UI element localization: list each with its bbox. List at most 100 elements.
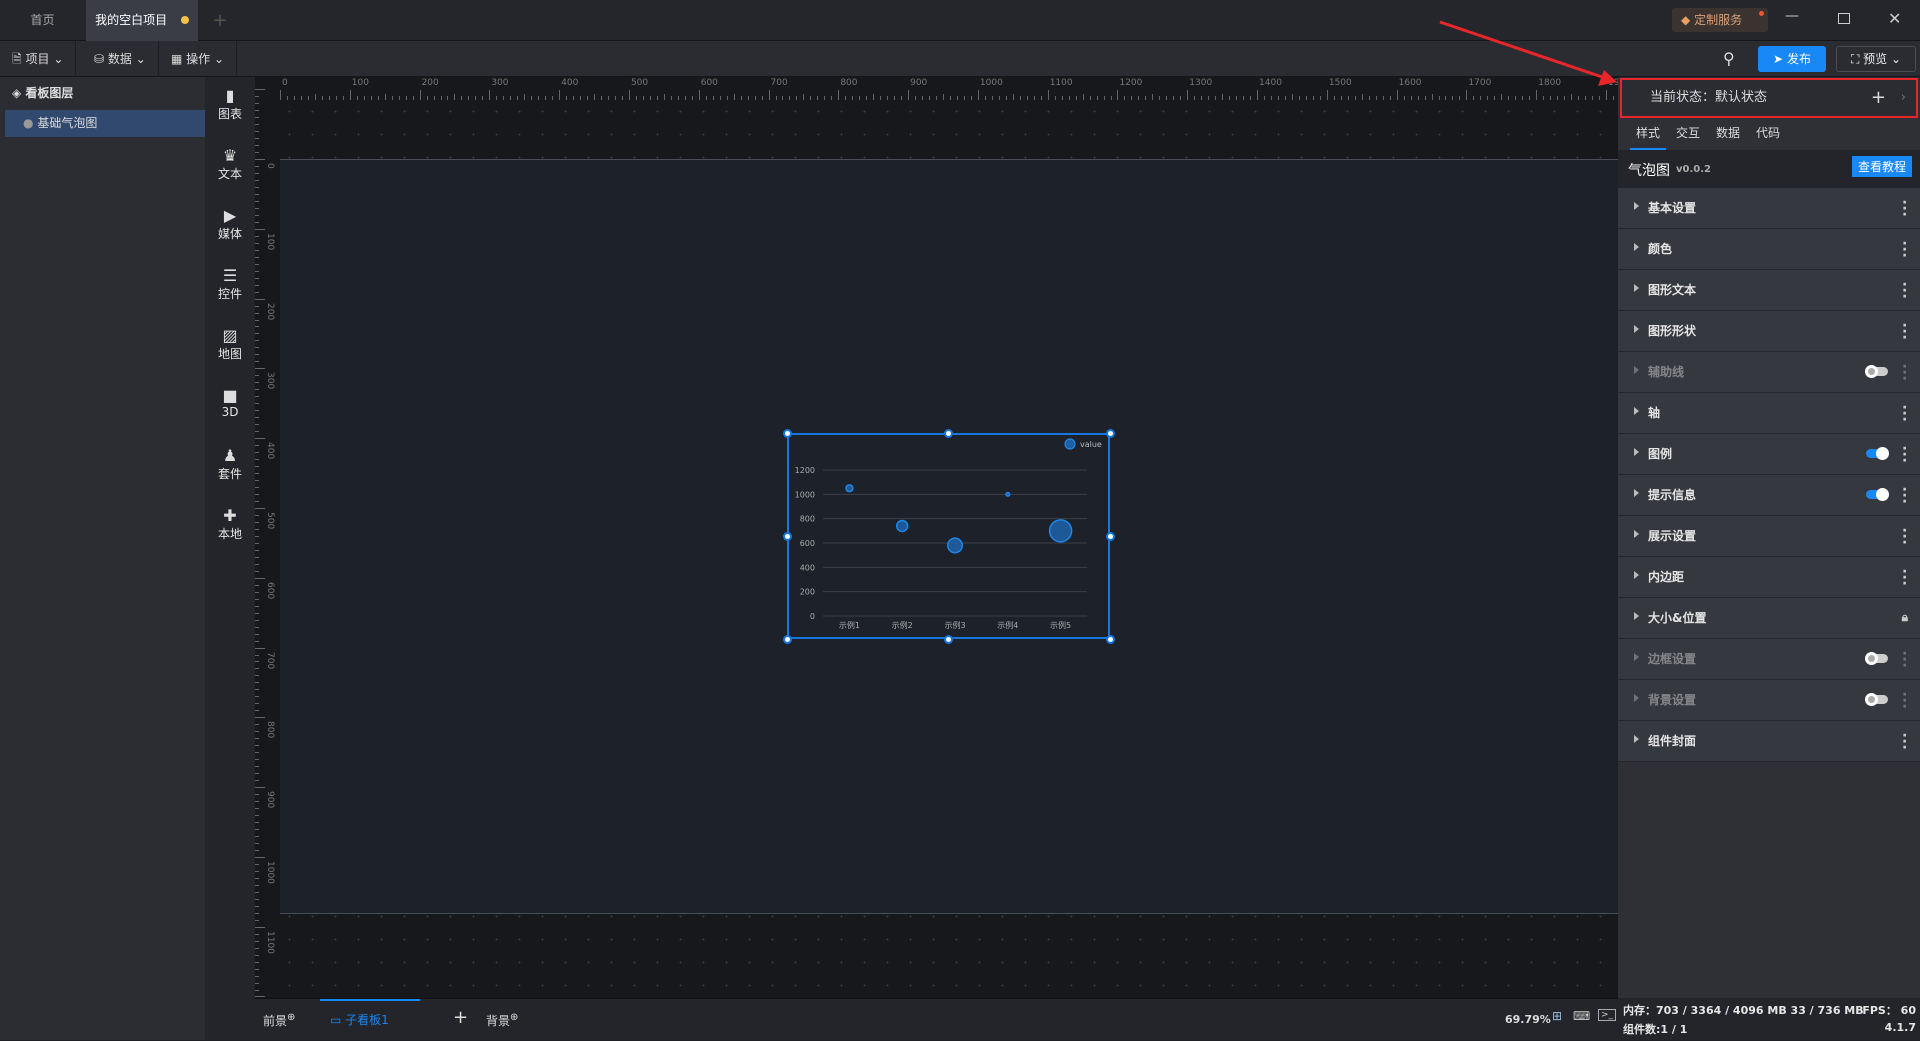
more-vertical-icon[interactable]: · · ·	[1902, 360, 1907, 386]
close-button[interactable]: ✕	[1888, 9, 1901, 28]
resize-handle[interactable]	[1105, 531, 1115, 541]
tab-home[interactable]: 首页	[0, 0, 85, 41]
resize-handle[interactable]	[782, 634, 792, 644]
minimize-button[interactable]: —	[1785, 8, 1799, 24]
ruler-tick	[255, 752, 259, 754]
section-row[interactable]: 图形形状 · · ·	[1618, 311, 1920, 352]
section-row[interactable]: 图例 · · ·	[1618, 434, 1920, 475]
add-tab-button[interactable]: +	[200, 0, 240, 41]
more-vertical-icon[interactable]: · · ·	[1902, 647, 1907, 673]
resize-handle[interactable]	[1105, 634, 1115, 644]
more-vertical-icon[interactable]: · · ·	[1902, 483, 1907, 509]
publish-button[interactable]: ➤ 发布	[1758, 46, 1826, 72]
more-vertical-icon[interactable]: · · ·	[1902, 278, 1907, 304]
add-board-button[interactable]: +	[453, 1007, 468, 1028]
add-circle-icon[interactable]: ⊕	[510, 1012, 518, 1023]
restore-button[interactable]	[1838, 13, 1850, 24]
ruler-tick	[255, 110, 259, 112]
ruler-tick	[1466, 90, 1468, 100]
foreground-tab[interactable]: 前景⊕	[263, 1012, 295, 1029]
state-row[interactable]: 当前状态：默认状态 + ›	[1620, 78, 1918, 118]
expand-triangle-icon	[1634, 284, 1639, 292]
more-vertical-icon[interactable]: · · ·	[1902, 319, 1907, 345]
tab-interaction[interactable]: 交互	[1670, 118, 1706, 150]
ruler-tick	[255, 940, 259, 942]
section-row[interactable]: 大小&位置 🔒︎	[1618, 598, 1920, 639]
project-menu[interactable]: 🗎 项目 ⌄	[0, 41, 77, 77]
tutorial-button[interactable]: 查看教程	[1851, 156, 1912, 177]
chevron-right-icon[interactable]: ›	[1901, 80, 1906, 116]
bubble	[946, 537, 964, 554]
section-row[interactable]: 组件封面 · · ·	[1618, 721, 1920, 762]
zoom-level[interactable]: 69.79%	[1505, 1013, 1551, 1026]
notify-dot	[1759, 11, 1764, 16]
section-row[interactable]: 轴 · · ·	[1618, 393, 1920, 434]
ruler-tick	[255, 626, 259, 628]
resize-handle[interactable]	[944, 428, 953, 438]
section-toggle[interactable]	[1865, 693, 1888, 706]
ruler-tick	[255, 452, 259, 454]
more-vertical-icon[interactable]: · · ·	[1902, 442, 1907, 468]
more-vertical-icon[interactable]: · · ·	[1902, 565, 1907, 591]
section-toggle[interactable]	[1866, 447, 1889, 460]
more-vertical-icon[interactable]: · · ·	[1902, 401, 1907, 427]
more-vertical-icon[interactable]: · · ·	[1902, 688, 1907, 714]
resize-handle[interactable]	[782, 428, 792, 438]
section-row[interactable]: 辅助线 · · ·	[1618, 352, 1920, 393]
section-toggle[interactable]	[1865, 652, 1888, 665]
terminal-icon[interactable]: >_	[1598, 1009, 1617, 1021]
tool-map[interactable]: ▨ 地图	[205, 327, 255, 362]
ruler-label: 1000	[265, 860, 275, 884]
tool-puzzle[interactable]: ✚ 本地	[205, 507, 255, 542]
data-menu[interactable]: ⛁ 数据 ⌄	[82, 41, 159, 77]
tab-style[interactable]: 样式	[1630, 118, 1667, 150]
background-tab[interactable]: 背景⊕	[486, 1012, 518, 1029]
horizontal-ruler[interactable]: 0 100 200 300 400 500 600 700 800 900 1000 1100 1200…	[278, 77, 1631, 100]
section-row[interactable]: 展示设置 · · ·	[1618, 516, 1920, 557]
section-label: 展示设置	[1648, 529, 1697, 543]
resize-handle[interactable]	[782, 531, 792, 541]
search-icon[interactable]: ⚲	[1723, 49, 1735, 68]
section-toggle[interactable]	[1866, 488, 1889, 501]
section-row[interactable]: 背景设置 · · ·	[1618, 680, 1920, 721]
more-vertical-icon[interactable]: · · ·	[1902, 196, 1907, 222]
canvas[interactable]: 0 200 400 600 800 1000 1200 示例1 示例2 示例3 示例4 示例5 valu…	[278, 100, 1618, 998]
keyboard-icon[interactable]: ⌨	[1573, 1009, 1590, 1023]
more-vertical-icon[interactable]: · · ·	[1902, 237, 1907, 263]
tool-cube[interactable]: ■ 3D	[205, 387, 255, 420]
tool-bar-chart[interactable]: ▮ 图表	[205, 87, 255, 122]
add-circle-icon[interactable]: ⊕	[287, 1012, 295, 1023]
more-vertical-icon[interactable]: · · ·	[1902, 729, 1907, 755]
tool-crown[interactable]: ♛ 文本	[205, 147, 255, 182]
tool-camera[interactable]: ▶ 媒体	[205, 207, 255, 242]
ops-menu[interactable]: ▦ 操作 ⌄	[159, 41, 238, 77]
section-row[interactable]: 内边距 · · ·	[1618, 557, 1920, 598]
section-row[interactable]: 图形文本 · · ·	[1618, 270, 1920, 311]
preview-button[interactable]: ⛶ 预览 ⌄	[1836, 46, 1916, 72]
section-row[interactable]: 颜色 · · ·	[1618, 229, 1920, 270]
tool-label: 控件	[217, 287, 242, 301]
vertical-ruler[interactable]: 0 100 200 300 400 500 600 700 800 900 1000 1100	[255, 77, 278, 998]
tool-shirt[interactable]: ♟ 套件	[205, 447, 255, 482]
layer-item[interactable]: ● 基础气泡图	[5, 110, 205, 137]
section-row[interactable]: 边框设置 · · ·	[1618, 639, 1920, 680]
tab-project[interactable]: 我的空白项目	[86, 0, 198, 41]
section-label: 提示信息	[1648, 488, 1697, 502]
ruler-tick	[255, 849, 259, 851]
resize-handle[interactable]	[944, 634, 953, 644]
bubble-chart[interactable]: 0 200 400 600 800 1000 1200 示例1 示例2 示例3 示例4 示例5 valu…	[787, 433, 1110, 639]
lock-icon[interactable]: 🔒︎	[1902, 610, 1908, 625]
custom-service-button[interactable]: ◆ 定制服务	[1672, 8, 1768, 32]
tab-data[interactable]: 数据	[1710, 118, 1746, 150]
fit-screen-icon[interactable]: ⊞	[1552, 1009, 1562, 1023]
tab-code[interactable]: 代码	[1750, 118, 1786, 150]
tool-list[interactable]: ☰ 控件	[205, 267, 255, 302]
resize-handle[interactable]	[1105, 428, 1115, 438]
section-row[interactable]: 提示信息 · · ·	[1618, 475, 1920, 516]
section-row[interactable]: 基本设置 · · ·	[1618, 188, 1920, 229]
more-vertical-icon[interactable]: · · ·	[1902, 524, 1907, 550]
section-toggle[interactable]	[1865, 365, 1888, 378]
subboard-tab[interactable]: ▭ 子看板1	[320, 999, 420, 1041]
add-state-icon[interactable]: +	[1871, 80, 1886, 116]
ruler-tick	[255, 193, 259, 195]
